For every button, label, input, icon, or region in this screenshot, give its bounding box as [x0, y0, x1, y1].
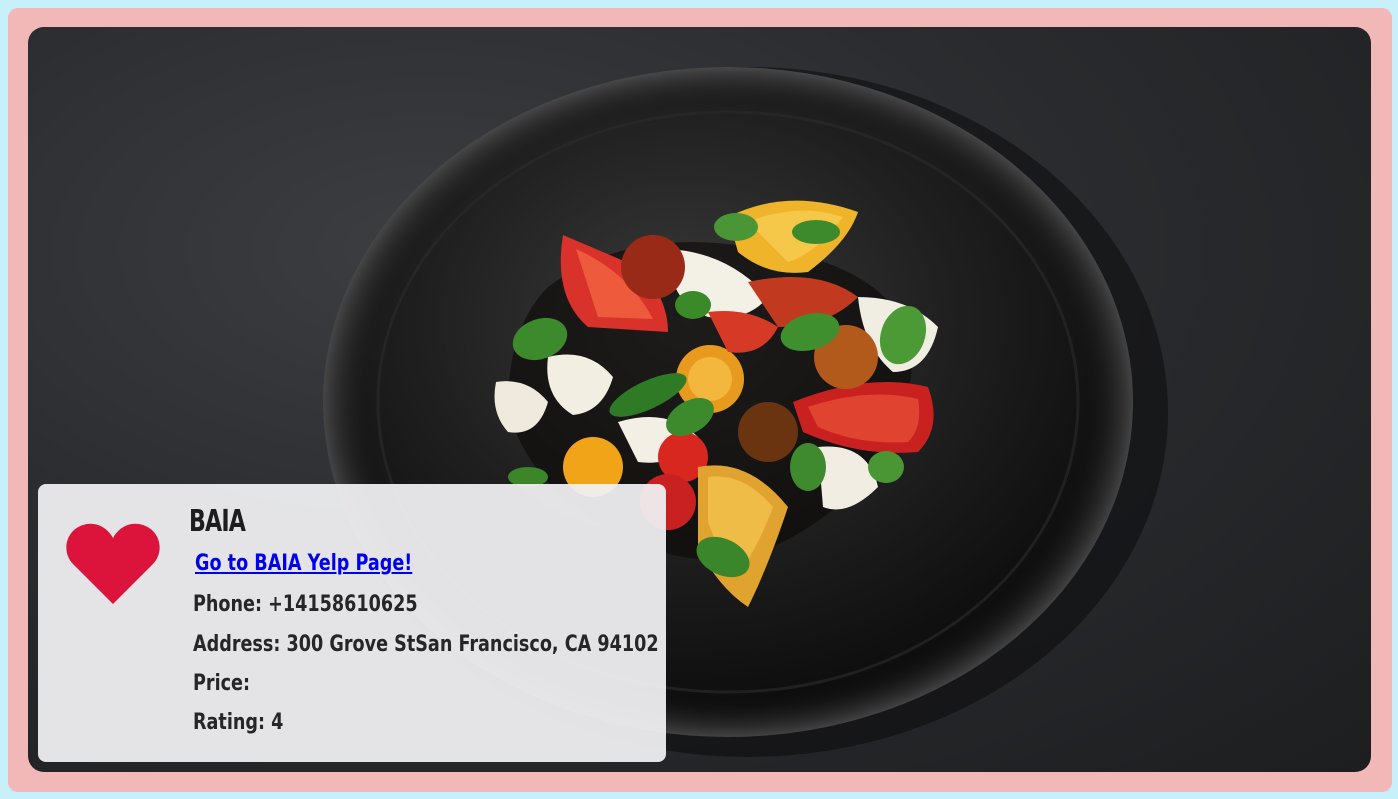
price-text: Price:	[193, 671, 251, 696]
heart-icon[interactable]	[65, 520, 161, 606]
yelp-page-link[interactable]: Go to BAIA Yelp Page!	[195, 551, 412, 576]
phone-text: Phone: +14158610625	[193, 592, 418, 617]
address-text: Address: 300 Grove StSan Francisco, CA 9…	[193, 632, 659, 657]
restaurant-name: BAIA	[189, 504, 246, 539]
rating-text: Rating: 4	[193, 710, 284, 735]
